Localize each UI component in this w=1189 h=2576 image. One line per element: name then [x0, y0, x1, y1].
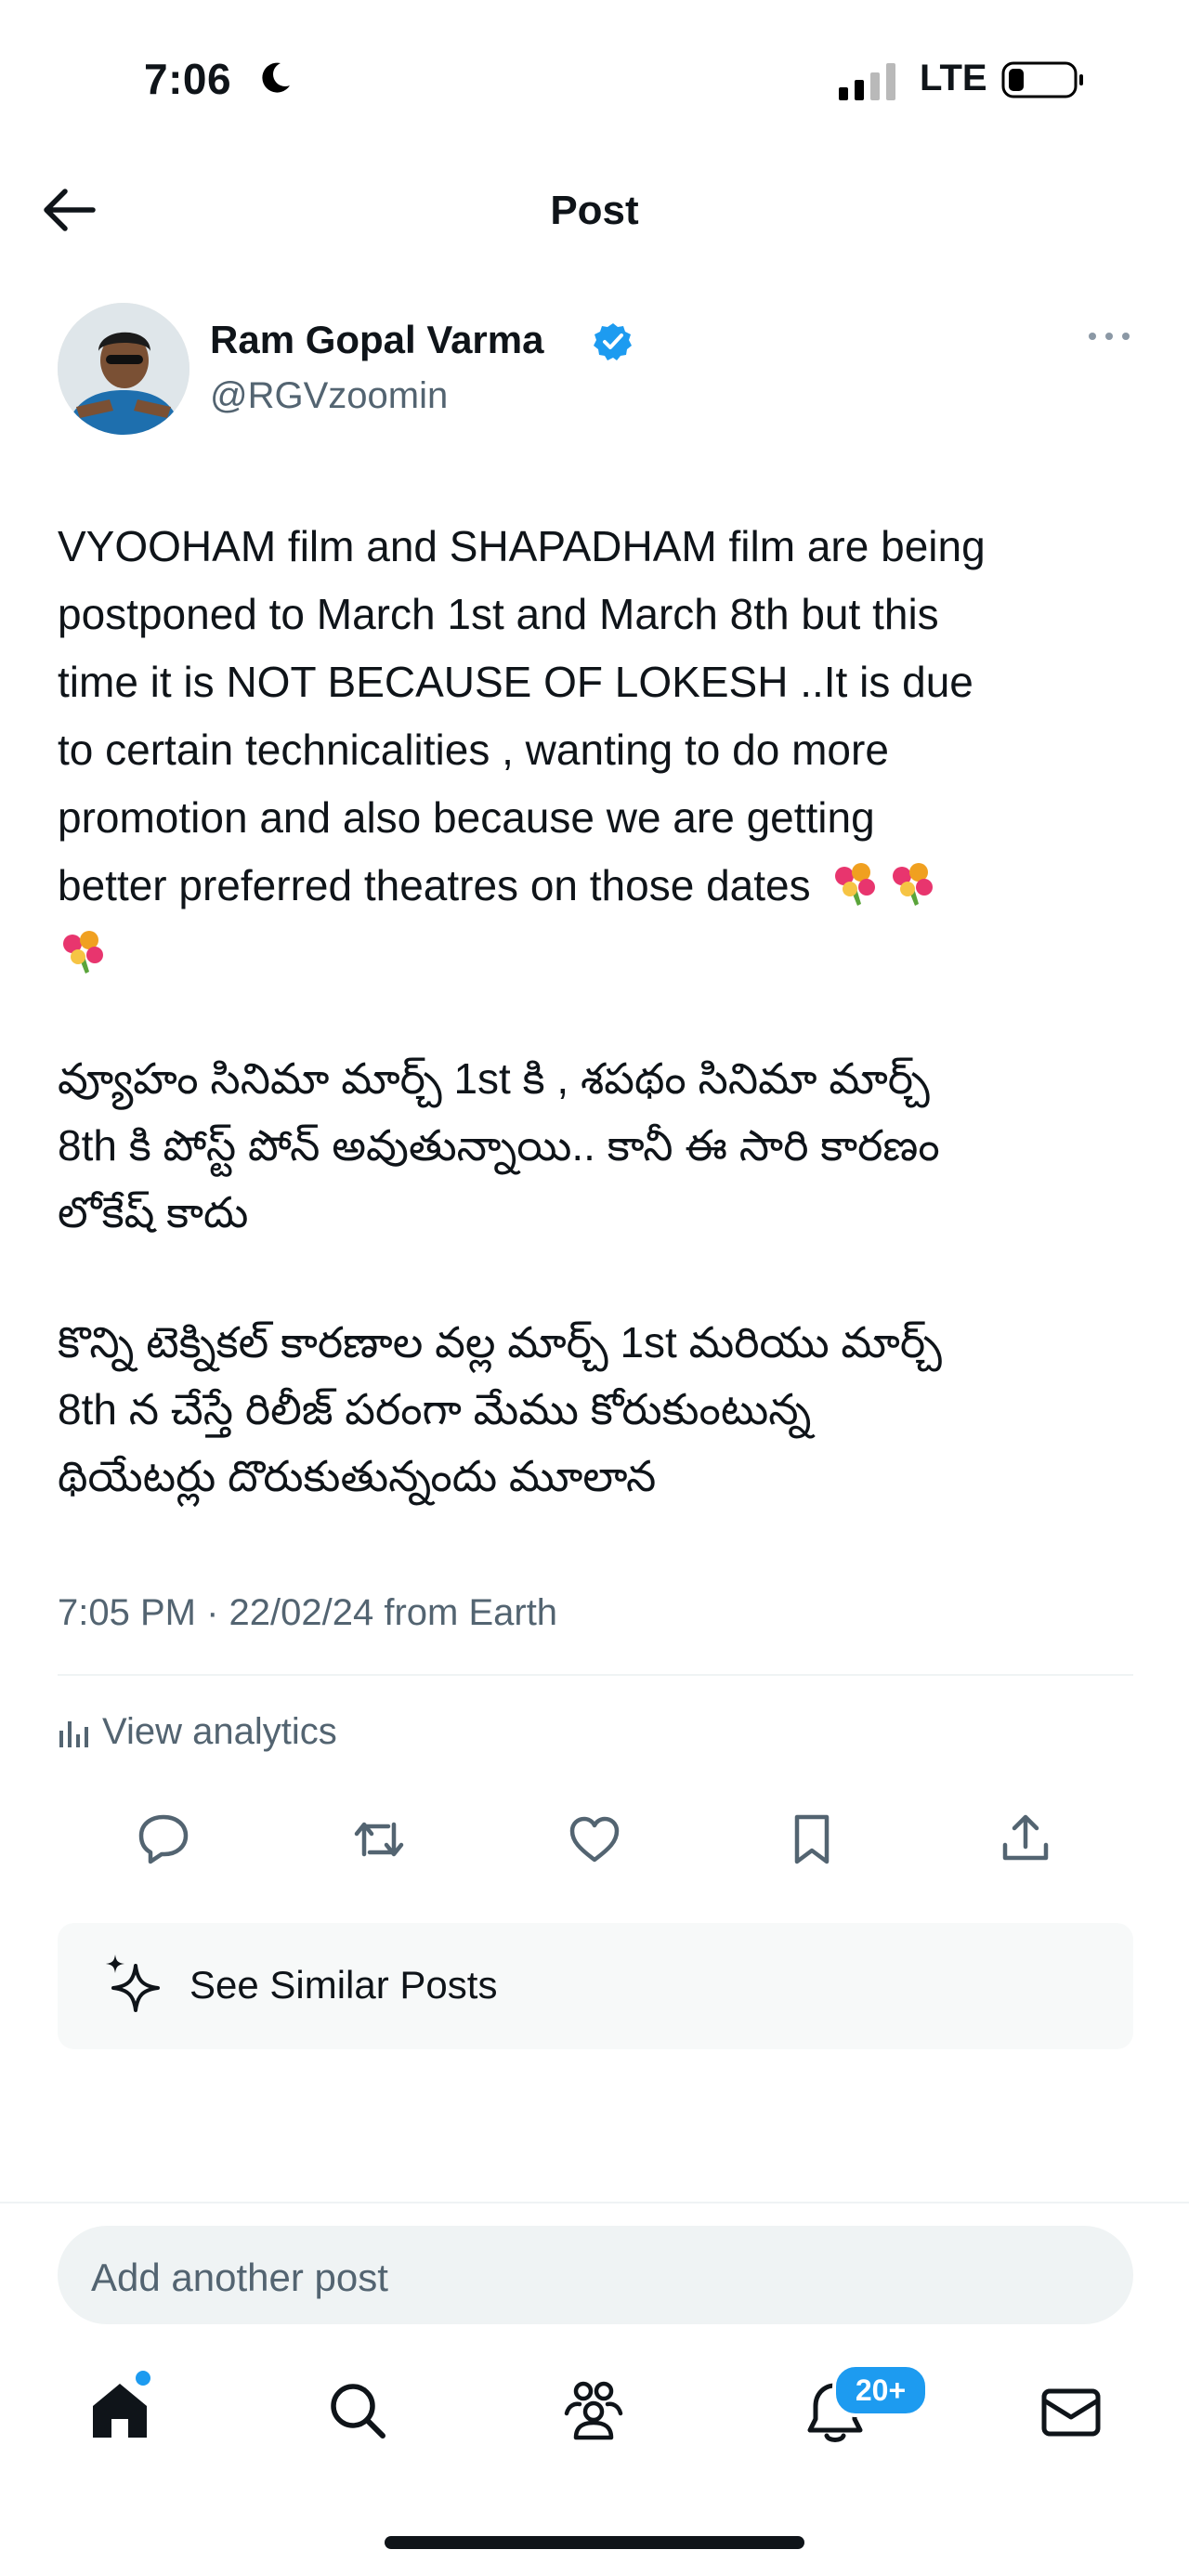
post-line: better preferred theatres on those dates	[58, 861, 811, 909]
notifications-badge: 20+	[832, 2363, 929, 2417]
post-line: కొన్ని టెక్నికల్ కారణాల వల్ల మార్చ్ 1st …	[58, 1318, 942, 1366]
communities-icon[interactable]	[561, 2378, 626, 2443]
post-text-telugu-2: కొన్ని టెక్నికల్ కారణాల వల్ల మార్చ్ 1st …	[58, 1309, 1144, 1510]
view-analytics-label: View analytics	[102, 1711, 337, 1752]
post-line: promotion and also because we are gettin…	[58, 793, 875, 842]
share-icon[interactable]	[998, 1810, 1053, 1865]
bouquet-emoji-icon	[835, 863, 876, 906]
post-line: time it is NOT BECAUSE OF LOKESH ..It is…	[58, 658, 973, 706]
battery-icon	[1001, 61, 1083, 98]
home-notification-dot	[136, 2371, 150, 2386]
moon-icon	[262, 62, 290, 93]
see-similar-posts-label[interactable]: See Similar Posts	[189, 1963, 497, 2007]
avatar[interactable]	[58, 303, 189, 435]
bouquet-emoji-icon	[893, 863, 934, 906]
verified-badge-icon	[594, 323, 632, 360]
post-line: VYOOHAM film and SHAPADHAM film are bein…	[58, 522, 986, 570]
post-line: లోకేష్ కాదు	[58, 1188, 249, 1236]
post-text-english: VYOOHAM film and SHAPADHAM film are bein…	[58, 513, 1144, 987]
author-handle[interactable]: @RGVzoomin	[210, 375, 448, 417]
post-line: వ్యూహం సినిమా మార్చ్ 1st కి , శపథం సినిమ…	[58, 1054, 930, 1103]
like-icon[interactable]	[567, 1811, 622, 1867]
add-post-placeholder[interactable]: Add another post	[91, 2256, 388, 2300]
bookmark-icon[interactable]	[784, 1811, 840, 1867]
signal-icon	[839, 63, 895, 100]
more-options-icon[interactable]	[1085, 327, 1133, 346]
search-icon[interactable]	[325, 2378, 390, 2443]
network-label: LTE	[920, 58, 987, 98]
home-indicator[interactable]	[385, 2536, 804, 2549]
messages-icon[interactable]	[1039, 2380, 1104, 2445]
post-line: థియేటర్లు దొరుకుతున్నందు మూలాన	[58, 1452, 657, 1500]
author-name[interactable]: Ram Gopal Varma	[210, 318, 543, 362]
post-line: to certain technicalities , wanting to d…	[58, 726, 889, 774]
view-analytics-link[interactable]: View analytics	[58, 1711, 337, 1753]
post-line: postponed to March 1st and March 8th but…	[58, 590, 939, 638]
post-text-telugu-1: వ్యూహం సినిమా మార్చ్ 1st కి , శపథం సినిమ…	[58, 1045, 1144, 1246]
repost-icon[interactable]	[351, 1811, 407, 1867]
analytics-icon	[59, 1721, 88, 1747]
sparkle-icon	[106, 1955, 160, 2012]
bouquet-emoji-icon	[63, 931, 103, 974]
post-text: VYOOHAM film and SHAPADHAM film are bein…	[58, 513, 1144, 1510]
avatar-image	[58, 303, 189, 435]
page-title: Post	[550, 188, 639, 233]
status-time: 7:06	[144, 55, 232, 103]
post-line: 8th కి పోస్ట్ పోన్ అవుతున్నాయి.. కానీ ఈ …	[58, 1121, 940, 1170]
post-line: 8th న చేస్తే రిలీజ్ పరంగా మేము కోరుకుంటు…	[58, 1385, 812, 1433]
reply-icon[interactable]	[136, 1810, 191, 1865]
post-timestamp: 7:05 PM · 22/02/24 from Earth	[58, 1592, 558, 1633]
divider	[58, 1674, 1133, 1676]
home-icon[interactable]	[87, 2378, 152, 2443]
divider	[0, 2202, 1189, 2203]
